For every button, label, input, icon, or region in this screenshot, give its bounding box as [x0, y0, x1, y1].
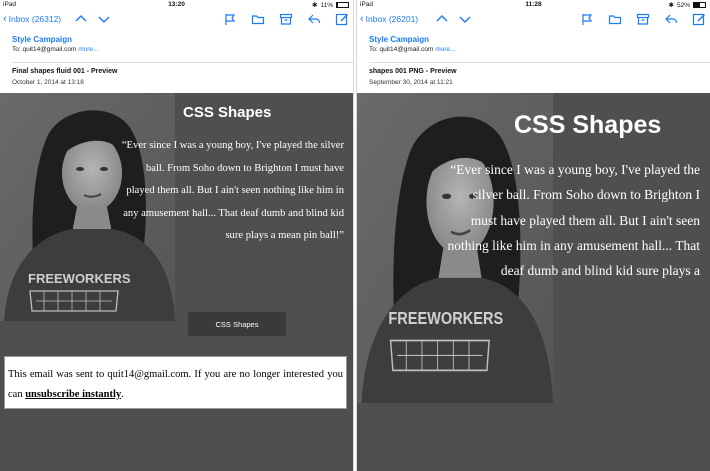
footer-period: .: [121, 389, 124, 400]
archive-icon[interactable]: [279, 12, 293, 26]
folder-icon[interactable]: [608, 12, 622, 26]
bluetooth-icon: ✱: [668, 2, 674, 9]
message-nav: [435, 12, 472, 26]
right-email-panel: iPad 11:28 ✱ 52% ‹ Inbox (26201) Style C…: [357, 0, 710, 471]
reply-icon[interactable]: [664, 12, 678, 26]
flag-icon[interactable]: [223, 12, 237, 26]
header-divider: [369, 62, 710, 63]
clock: 11:28: [525, 1, 542, 8]
battery-fill: [694, 3, 700, 7]
message-date: September 30, 2014 at 11:21: [369, 79, 453, 86]
email-body: FREEWORKERS CSS Shapes “Ever since I was…: [0, 93, 353, 471]
sender-name[interactable]: Style Campaign: [369, 35, 700, 44]
status-bar: iPad 13:20 ✱ 11%: [0, 0, 353, 10]
compose-icon[interactable]: [335, 12, 349, 26]
header-divider: [12, 62, 353, 63]
chevron-left-icon: ‹: [3, 12, 7, 25]
shirt-text: FREEWORKERS: [388, 309, 503, 329]
email-body: FREEWORKERS CSS Shapes “Ever since I was…: [357, 93, 710, 471]
battery-percent: 11%: [320, 1, 333, 9]
battery-icon: [336, 2, 349, 8]
sender-name[interactable]: Style Campaign: [12, 35, 343, 44]
status-bar: iPad 11:28 ✱ 52%: [357, 0, 710, 10]
email-heading: CSS Shapes: [183, 104, 272, 121]
message-date: October 1, 2014 at 13:18: [12, 79, 84, 86]
battery-percent: 52%: [676, 1, 690, 9]
device-label: iPad: [360, 1, 374, 8]
message-nav: [74, 12, 111, 26]
chevron-up-icon[interactable]: [74, 12, 88, 26]
recipient-line: To: quit14@gmail.com more...: [369, 46, 700, 53]
chevron-down-icon[interactable]: [458, 12, 472, 26]
flag-icon[interactable]: [580, 12, 594, 26]
to-label: To:: [369, 46, 378, 53]
message-actions: [580, 12, 706, 26]
reply-icon[interactable]: [307, 12, 321, 26]
unsubscribe-link[interactable]: unsubscribe instantly: [25, 389, 121, 400]
more-link[interactable]: more...: [78, 46, 98, 53]
archive-icon[interactable]: [636, 12, 650, 26]
message-header: Style Campaign To: quit14@gmail.com more…: [369, 30, 700, 53]
inbox-label: Inbox (26201): [365, 14, 419, 24]
email-footer: This email was sent to quit14@gmail.com.…: [4, 356, 347, 409]
clock: 13:20: [168, 1, 185, 8]
message-header: Style Campaign To: quit14@gmail.com more…: [12, 30, 343, 53]
back-to-inbox-button[interactable]: ‹ Inbox (26312): [3, 12, 62, 25]
folder-icon[interactable]: [251, 12, 265, 26]
mail-toolbar: ‹ Inbox (26312): [0, 10, 353, 30]
status-right: ✱ 11%: [312, 1, 349, 9]
device-label: iPad: [3, 1, 17, 8]
chevron-left-icon: ‹: [360, 12, 364, 25]
compose-icon[interactable]: [692, 12, 706, 26]
email-quote: “Ever since I was a young boy, I've play…: [121, 140, 344, 242]
shirt-text: FREEWORKERS: [28, 271, 131, 286]
left-email-panel: iPad 13:20 ✱ 11% ‹ Inbox (26312) Style C…: [0, 0, 353, 471]
chevron-up-icon[interactable]: [435, 12, 449, 26]
mail-toolbar: ‹ Inbox (26201): [357, 10, 710, 30]
recipient-line: To: quit14@gmail.com more...: [12, 46, 343, 53]
inbox-label: Inbox (26312): [8, 14, 62, 24]
chevron-down-icon[interactable]: [97, 12, 111, 26]
subject-line: shapes 001 PNG - Preview: [369, 68, 457, 75]
email-heading: CSS Shapes: [514, 111, 662, 139]
more-link[interactable]: more...: [435, 46, 455, 53]
bluetooth-icon: ✱: [312, 2, 318, 9]
css-shapes-button[interactable]: CSS Shapes: [188, 312, 286, 336]
back-to-inbox-button[interactable]: ‹ Inbox (26201): [360, 12, 419, 25]
email-quote: “Ever since I was a young boy, I've play…: [447, 162, 700, 279]
status-right: ✱ 52%: [669, 1, 706, 9]
to-label: To:: [12, 46, 21, 53]
recipient-address: quit14@gmail.com: [379, 46, 434, 53]
subject-line: Final shapes fluid 001 - Preview: [12, 68, 118, 75]
recipient-address: quit14@gmail.com: [22, 46, 77, 53]
battery-fill: [337, 3, 339, 7]
battery-icon: [693, 2, 706, 8]
message-actions: [223, 12, 349, 26]
